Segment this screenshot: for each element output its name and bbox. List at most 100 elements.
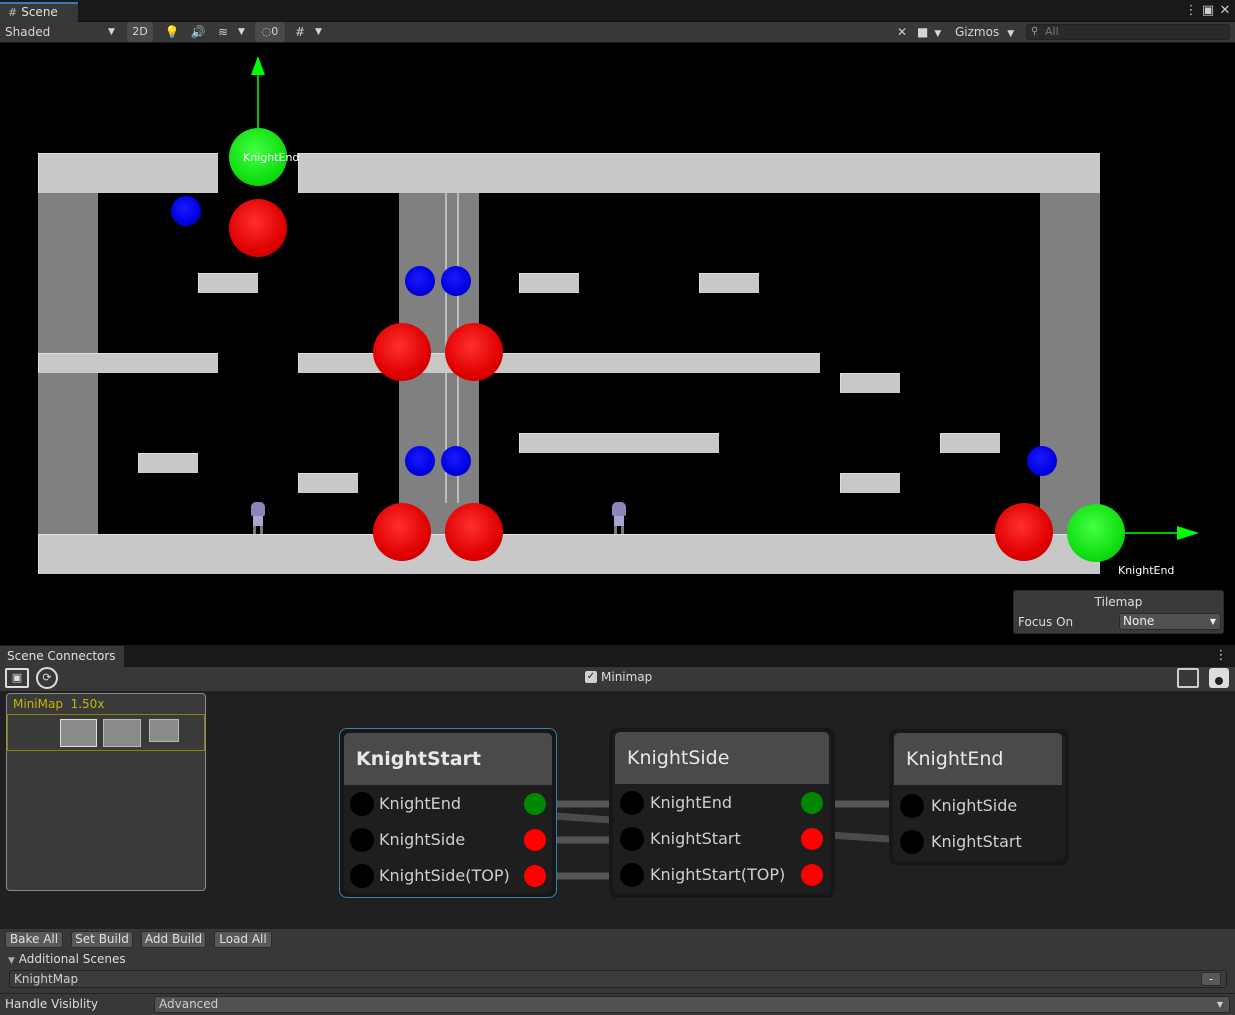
knight-end-label: KnightEnd [243,151,300,164]
tilemap-title: Tilemap [1094,595,1143,609]
input-port[interactable] [350,864,374,888]
chevron-down-icon[interactable]: ▼ [238,22,250,42]
knight-end-label: KnightEnd [1118,564,1175,577]
frame-all-icon[interactable]: ▣ [5,668,29,688]
close-icon[interactable]: ✕ [1218,3,1232,19]
additional-scenes-label: Additional Scenes [18,952,126,966]
chevron-down-icon: ▼ [1216,1000,1223,1009]
folder-icon[interactable] [1177,668,1199,688]
input-port[interactable] [350,828,374,852]
chevron-down-icon: ▼ [1007,29,1015,39]
input-port[interactable] [620,827,644,851]
minimap-node [60,719,97,747]
divider [0,993,1235,994]
node-knight-side[interactable]: KnightSide KnightEnd KnightStart KnightS… [609,728,835,898]
input-port[interactable] [900,794,924,818]
minimap-zoom: 1.50x [70,697,105,711]
chevron-down-icon: ▼ [1209,617,1216,626]
input-port[interactable] [620,863,644,887]
port-label: KnightEnd [379,794,462,813]
focus-on-value: None [1123,614,1155,628]
search-icon: ⚲ [1031,26,1039,37]
minimap-panel[interactable]: MiniMap 1.50x [6,693,206,891]
port-label: KnightSide [931,796,1018,815]
set-build-button[interactable]: Set Build [71,931,133,948]
tilemap-overlay: Tilemap Focus On None ▼ [1013,590,1224,634]
minimap-checkbox-label: Minimap [601,670,653,684]
hidden-objects-toggle[interactable]: ◌0 [255,22,285,42]
input-port[interactable] [350,792,374,816]
bake-all-button[interactable]: Bake All [5,931,63,948]
output-port[interactable] [524,793,546,815]
load-all-button[interactable]: Load All [214,931,272,948]
search-placeholder: All [1045,25,1059,38]
additional-scenes-foldout[interactable]: ▼ Additional Scenes [8,952,126,966]
output-port[interactable] [801,828,823,850]
audio-icon[interactable]: 🔊 [187,22,209,42]
focus-on-label: Focus On [1018,615,1074,629]
window-tab-bar [0,0,1235,22]
scene-search-input[interactable]: ⚲ All [1026,24,1230,40]
maximize-icon[interactable]: ▣ [1201,3,1215,19]
shading-mode-value: Shaded [5,25,51,39]
scene-viewport[interactable]: KnightEnd KnightEnd [0,43,1235,645]
add-build-button[interactable]: Add Build [141,931,206,948]
port-label: KnightSide(TOP) [379,866,510,885]
scene-entry-name: KnightMap [14,972,79,986]
scene-list-item[interactable]: KnightMap [9,970,1227,988]
handle-visibility-value: Advanced [159,997,219,1011]
scene-connectors-tab[interactable]: Scene Connectors [0,646,124,667]
chevron-down-icon: ▼ [108,27,115,37]
shading-mode-dropdown[interactable]: Shaded ▼ [5,22,120,42]
node-title: KnightEnd [894,733,1062,785]
chevron-down-icon: ▼ [934,29,942,39]
kebab-menu-icon[interactable]: ⋮ [1184,3,1198,19]
connectors-tab-bar [0,645,1235,667]
scene-tab[interactable]: # Scene [0,2,78,22]
port-label: KnightSide [379,830,466,849]
grid-icon: # [8,6,18,19]
output-port[interactable] [524,829,546,851]
input-port[interactable] [620,791,644,815]
camera-dropdown[interactable]: ■ ▼ [917,22,949,42]
remove-scene-button[interactable]: - [1201,972,1221,986]
node-knight-end[interactable]: KnightEnd KnightSide KnightStart [889,729,1069,865]
lighting-icon[interactable]: 💡 [161,22,183,42]
foldout-arrow-icon: ▼ [8,956,15,966]
handle-visibility-dropdown[interactable]: Advanced ▼ [154,996,1230,1013]
output-port[interactable] [801,792,823,814]
chevron-down-icon[interactable]: ▼ [315,22,327,42]
hidden-count: 0 [271,25,279,38]
gizmos-label: Gizmos [955,25,1000,39]
port-label: KnightStart [931,832,1022,851]
move-gizmo-arrows[interactable] [0,43,1235,645]
node-knight-start[interactable]: KnightStart KnightEnd KnightSide KnightS… [339,728,557,898]
refresh-icon[interactable]: ⟳ [36,667,58,689]
handle-visibility-label: Handle Visiblity [5,997,99,1011]
eye-slash-icon: ◌ [261,25,272,38]
focus-on-dropdown[interactable]: None ▼ [1119,613,1221,630]
minimap-title: MiniMap 1.50x [13,697,104,711]
effects-icon[interactable]: ≋ [212,22,234,42]
output-port[interactable] [801,864,823,886]
kebab-menu-icon[interactable]: ⋮ [1214,648,1228,664]
port-label: KnightStart [650,829,741,848]
minimap-node [103,719,141,747]
gizmos-dropdown[interactable]: Gizmos ▼ [955,22,1021,42]
minimap-checkbox[interactable]: ✓ [585,671,597,683]
green-connector-marker[interactable] [1067,504,1125,562]
minimap-node [149,719,179,742]
node-title: KnightStart [344,733,552,785]
port-label: KnightStart(TOP) [650,865,786,884]
input-port[interactable] [900,830,924,854]
grid-snap-icon[interactable]: # [289,22,311,42]
minimap-title-text: MiniMap [13,697,63,711]
2d-toggle-button[interactable]: 2D [127,22,153,42]
output-port[interactable] [524,865,546,887]
save-icon[interactable] [1209,668,1229,688]
scene-tab-label: Scene [21,5,58,19]
port-label: KnightEnd [650,793,733,812]
node-title: KnightSide [615,732,829,784]
tools-icon[interactable]: ✕ [891,22,913,42]
camera-icon: ■ [917,25,929,39]
